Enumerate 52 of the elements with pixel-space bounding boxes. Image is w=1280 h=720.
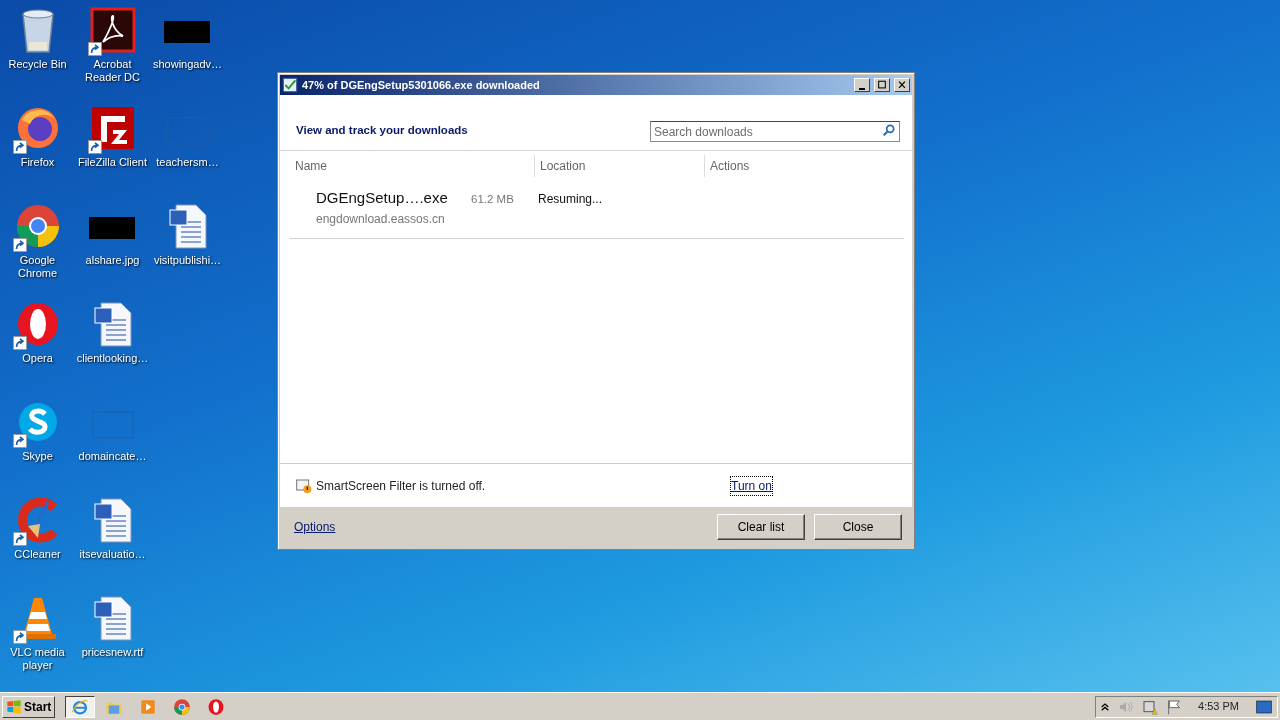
file-name[interactable]: DGEngSetup….exe <box>316 187 471 210</box>
desktop-item-label[interactable]: pricesnew.rtf <box>81 646 144 659</box>
warning-icon <box>296 477 312 494</box>
desktop-item-label[interactable]: Google Chrome <box>0 254 75 280</box>
desktop-item-label[interactable]: Acrobat Reader DC <box>75 58 150 84</box>
desktop-item-label[interactable]: showingadv… <box>152 58 223 71</box>
desktop-item-label[interactable]: Firefox <box>20 156 55 169</box>
desktop-item-label[interactable]: VLC media player <box>0 646 75 672</box>
minimize-button[interactable] <box>854 78 870 92</box>
browser-icon <box>207 697 226 716</box>
start-button[interactable]: Start <box>2 695 56 718</box>
turn-on-link[interactable]: Turn on <box>731 476 772 495</box>
desktop-item-label[interactable]: Opera <box>22 352 53 365</box>
clock-time: 4:53 PM <box>1198 699 1239 715</box>
column-header: Actions <box>704 155 904 177</box>
window-title: 47% of DGEngSetup5301066.exe downloaded <box>302 77 541 93</box>
desktop-item-label[interactable]: Skype <box>22 450 53 463</box>
smartscreen-message: SmartScreen Filter is turned off. <box>316 477 487 495</box>
download-status: Resuming... <box>538 191 603 208</box>
minimize-icon <box>859 87 865 90</box>
desktop-item-label[interactable]: itsevaluatio… <box>79 548 146 561</box>
desktop-item-label[interactable]: Recycle Bin <box>8 58 67 71</box>
desktop-item-label[interactable]: visitpublishi… <box>153 254 222 267</box>
desktop-item-label[interactable]: teachersm… <box>156 156 219 169</box>
browser-icon <box>71 697 90 716</box>
flag-logo-icon <box>6 698 22 715</box>
desktop-item-label[interactable]: FileZilla Client <box>77 156 148 169</box>
dialog-button[interactable]: Close <box>814 514 902 540</box>
flag-icon <box>1166 698 1183 715</box>
dialog-button[interactable]: Clear list <box>717 514 805 540</box>
maximize-button[interactable] <box>874 78 890 92</box>
close-button[interactable] <box>894 78 910 92</box>
pdf-reader-icon <box>88 6 137 54</box>
search-icon <box>882 122 896 137</box>
browser-icon <box>173 697 192 716</box>
desktop-item-label[interactable]: alshare.jpg <box>85 254 140 267</box>
window-heading: View and track your downloads <box>296 122 468 138</box>
desktop-item-label[interactable]: CCleaner <box>14 548 61 561</box>
file-size: 61.2 MB <box>471 192 515 207</box>
download-source: engdownload.eassos.cn <box>316 210 446 228</box>
desktop-item-label[interactable]: domaincate… <box>78 450 147 463</box>
options-link[interactable]: Options <box>294 518 336 536</box>
taskbar-button[interactable] <box>65 695 96 718</box>
maximize-icon <box>877 80 887 90</box>
show-desktop-icon <box>1255 698 1273 715</box>
search-field[interactable]: Search downloads <box>650 121 900 142</box>
media-player-icon <box>139 697 158 716</box>
desktop-item-label[interactable]: clientlooking… <box>76 352 149 365</box>
column-header: Location <box>534 155 704 177</box>
column-header: Name <box>294 158 328 175</box>
network-warning-icon <box>1142 698 1159 715</box>
close-icon <box>897 80 907 90</box>
